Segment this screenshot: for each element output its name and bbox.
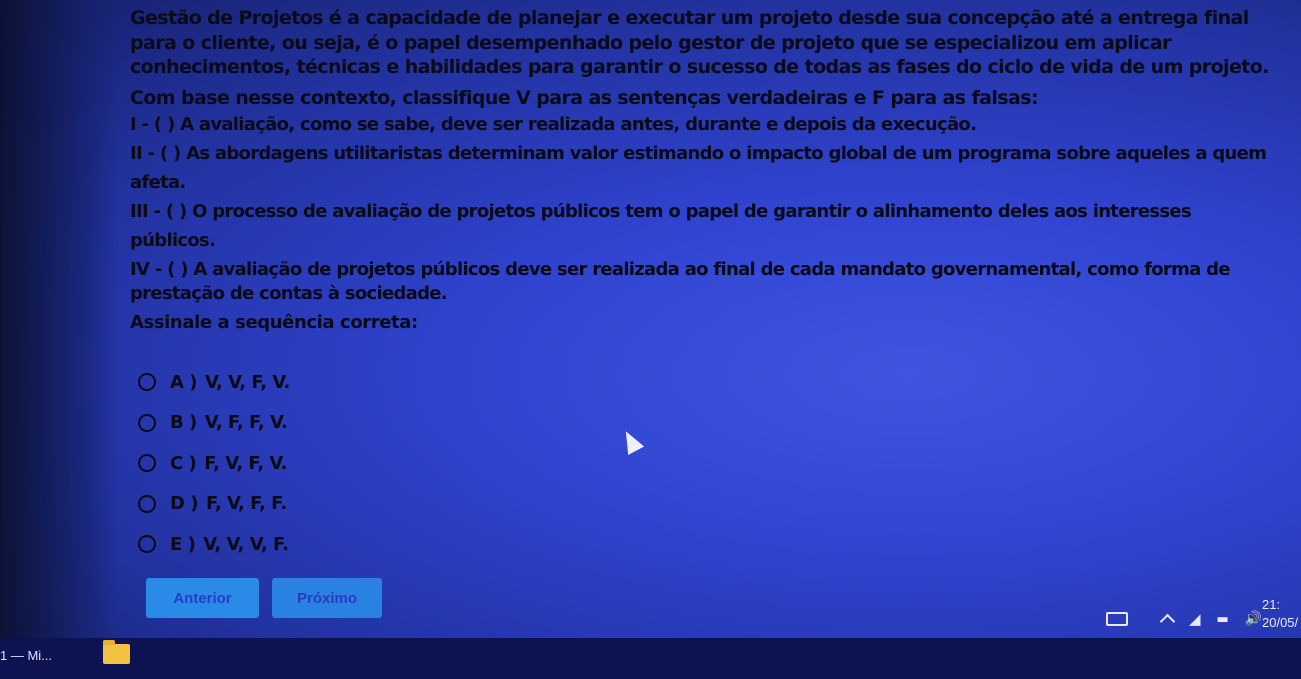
option-b[interactable]: B ) V, F, F, V. — [138, 403, 290, 444]
option-text: F, V, F, V. — [204, 452, 287, 474]
option-text: V, F, F, V. — [204, 412, 288, 434]
question-prompt: Com base nesse contexto, classifique V p… — [130, 86, 1039, 109]
clock-time: 21: — [1262, 597, 1281, 612]
option-text: V, V, V, F. — [203, 533, 289, 555]
option-e[interactable]: E ) V, V, V, F. — [138, 524, 290, 565]
mouse-cursor-icon — [617, 427, 645, 455]
answer-options: A ) V, V, F, V. B ) V, F, F, V. C ) F, V… — [138, 362, 290, 565]
previous-button[interactable]: Anterior — [146, 578, 259, 618]
screen-edge-shade — [0, 0, 120, 640]
option-letter: D ) — [170, 493, 198, 515]
option-c[interactable]: C ) F, V, F, V. — [138, 443, 290, 484]
option-text: F, V, F, F. — [205, 493, 287, 515]
option-text: V, V, F, V. — [204, 371, 290, 393]
volume-icon[interactable]: 🔊 — [1245, 611, 1262, 627]
clock-date: 20/05/ — [1262, 615, 1299, 630]
question-instruction: Assinale a sequência correta: — [130, 312, 418, 333]
question-area: Gestão de Projetos é a capacidade de pla… — [130, 6, 1280, 333]
option-a[interactable]: A ) V, V, F, V. — [138, 362, 290, 403]
taskbar-window-item[interactable]: 1 — Mi... — [0, 648, 52, 663]
statement-1: I - ( ) A avaliação, como se sabe, deve … — [130, 114, 977, 135]
chevron-up-icon[interactable] — [1159, 613, 1176, 630]
option-letter: E ) — [170, 533, 196, 555]
statement-4: IV - ( ) A avaliação de projetos público… — [130, 259, 1231, 304]
next-button[interactable]: Próximo — [272, 578, 382, 618]
taskbar-clock[interactable]: 21: 20/05/ — [1262, 596, 1298, 632]
radio-icon[interactable] — [138, 535, 156, 554]
option-letter: C ) — [170, 452, 197, 474]
question-intro: Gestão de Projetos é a capacidade de pla… — [130, 7, 1269, 78]
option-letter: A ) — [170, 371, 197, 393]
network-icon[interactable]: ◢ — [1189, 610, 1201, 628]
statement-2: II - ( ) As abordagens utilitaristas det… — [130, 143, 1267, 193]
radio-icon[interactable] — [138, 454, 156, 473]
radio-icon[interactable] — [138, 373, 156, 392]
option-d[interactable]: D ) F, V, F, F. — [138, 484, 290, 525]
system-tray: ◢ ▬ 🔊 — [1106, 608, 1278, 630]
keyboard-icon[interactable] — [1106, 612, 1128, 626]
statement-3: III - ( ) O processo de avaliação de pro… — [130, 201, 1192, 251]
taskbar — [0, 638, 1301, 679]
battery-icon[interactable]: ▬ — [1217, 612, 1229, 627]
option-letter: B ) — [170, 412, 197, 434]
folder-icon[interactable] — [103, 640, 130, 664]
radio-icon[interactable] — [138, 494, 156, 513]
radio-icon[interactable] — [138, 413, 156, 432]
